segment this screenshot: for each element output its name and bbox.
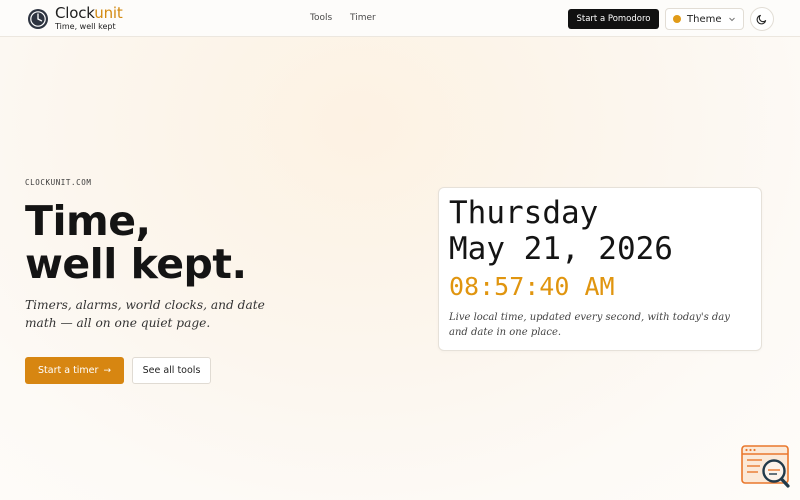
color-dot-icon bbox=[673, 15, 681, 23]
clock-description: Live local time, updated every second, w… bbox=[449, 312, 730, 338]
hero-title-line-2: well kept. bbox=[25, 240, 247, 288]
top-navigation-bar: Clockunit Time, well kept Tools Timer St… bbox=[0, 0, 800, 37]
hero-subtitle: Timers, alarms, world clocks, and date m… bbox=[25, 298, 265, 330]
moon-icon bbox=[756, 14, 767, 25]
site-eyebrow: CLOCKUNIT.COM bbox=[25, 178, 92, 187]
clock-date: May 21, 2026 bbox=[449, 231, 673, 267]
search-report-icon[interactable] bbox=[740, 444, 792, 490]
brand-name-accent: unit bbox=[94, 4, 123, 22]
see-all-tools-button[interactable]: See all tools bbox=[132, 357, 211, 384]
start-timer-button[interactable]: Start a timer → bbox=[25, 357, 124, 384]
brand-name-prefix: Clock bbox=[55, 4, 95, 22]
arrow-right-icon: → bbox=[103, 365, 111, 376]
dark-mode-toggle[interactable] bbox=[750, 7, 774, 31]
brand-tagline: Time, well kept bbox=[55, 22, 116, 31]
theme-label: Theme bbox=[687, 13, 722, 25]
hero-title: Time, well kept. bbox=[25, 200, 247, 286]
live-clock-card: Thursday May 21, 2026 08:57:40 AM Live l… bbox=[438, 187, 762, 351]
start-pomodoro-button[interactable]: Start a Pomodoro bbox=[568, 9, 659, 29]
start-timer-label: Start a timer bbox=[38, 365, 99, 376]
nav-link-timer[interactable]: Timer bbox=[350, 13, 376, 23]
clock-time: 08:57:40 AM bbox=[449, 272, 615, 301]
clock-icon[interactable] bbox=[27, 8, 49, 30]
brand-name: Clockunit bbox=[55, 6, 123, 21]
nav-link-tools[interactable]: Tools bbox=[310, 13, 332, 23]
brand[interactable]: Clockunit Time, well kept bbox=[55, 6, 123, 31]
hero-title-line-1: Time, bbox=[25, 197, 151, 245]
chevron-down-icon bbox=[729, 17, 735, 22]
theme-dropdown[interactable]: Theme bbox=[665, 8, 744, 30]
clock-day: Thursday bbox=[449, 195, 599, 231]
